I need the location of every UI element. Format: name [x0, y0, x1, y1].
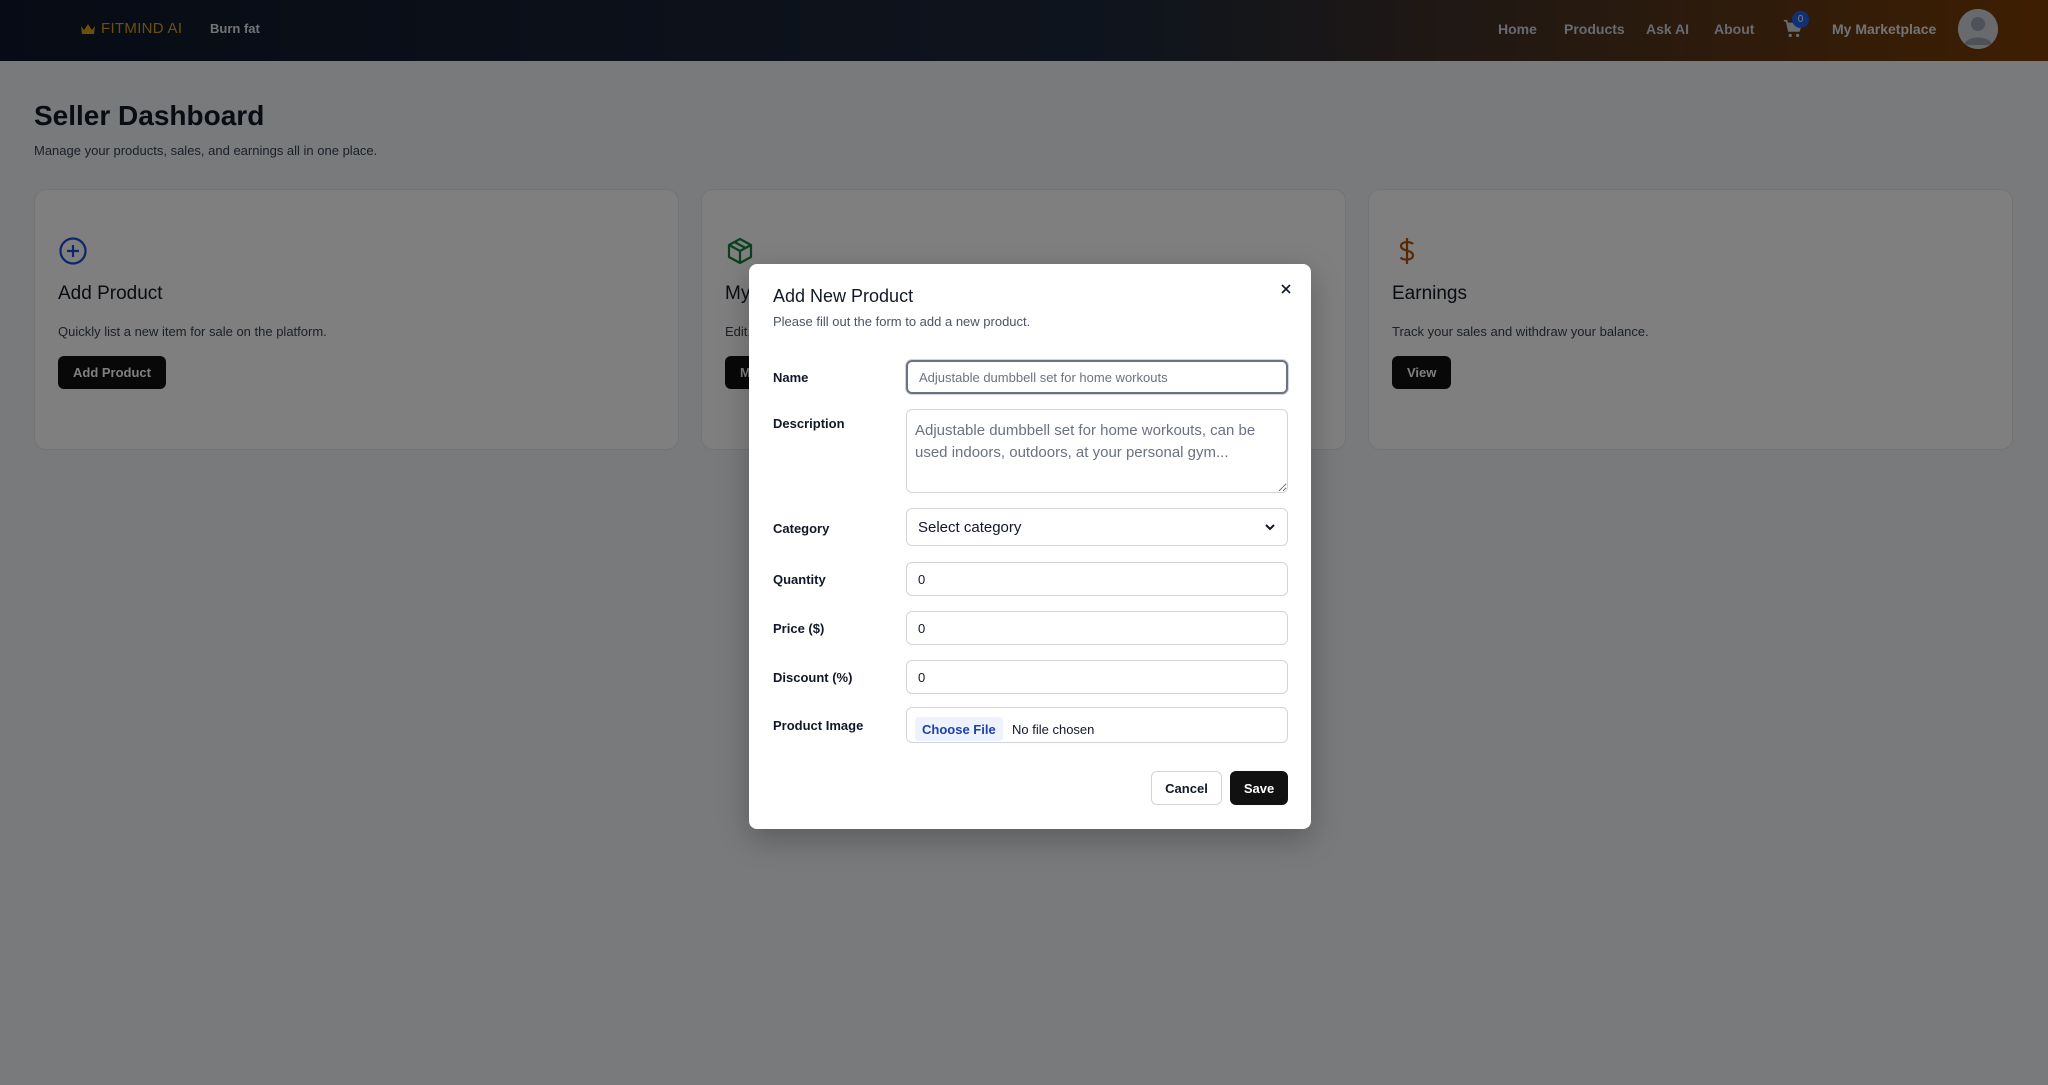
- category-select-value: Select category: [918, 518, 1022, 536]
- description-label: Description: [773, 416, 845, 431]
- discount-input[interactable]: [906, 660, 1288, 694]
- product-image-label: Product Image: [773, 718, 864, 733]
- modal-title: Add New Product: [773, 286, 914, 306]
- category-label: Category: [773, 521, 830, 536]
- price-label: Price ($): [773, 621, 825, 636]
- file-status: No file chosen: [1012, 722, 1095, 737]
- discount-label: Discount (%): [773, 670, 853, 685]
- choose-file-button[interactable]: Choose File: [915, 717, 1003, 741]
- save-button[interactable]: Save: [1230, 771, 1288, 805]
- modal-subtitle: Please fill out the form to add a new pr…: [773, 314, 1031, 329]
- description-textarea[interactable]: [906, 409, 1288, 493]
- add-product-modal: Add New Product Please fill out the form…: [749, 264, 1311, 829]
- chevron-down-icon: [1265, 524, 1275, 531]
- name-label: Name: [773, 370, 809, 385]
- close-icon[interactable]: [1278, 281, 1294, 297]
- price-input[interactable]: [906, 611, 1288, 645]
- quantity-input[interactable]: [906, 562, 1288, 596]
- product-image-file-input[interactable]: Choose File No file chosen: [906, 707, 1288, 743]
- quantity-label: Quantity: [773, 572, 826, 587]
- name-input[interactable]: [906, 360, 1288, 394]
- cancel-button[interactable]: Cancel: [1151, 771, 1222, 805]
- category-select[interactable]: Select category: [906, 508, 1288, 546]
